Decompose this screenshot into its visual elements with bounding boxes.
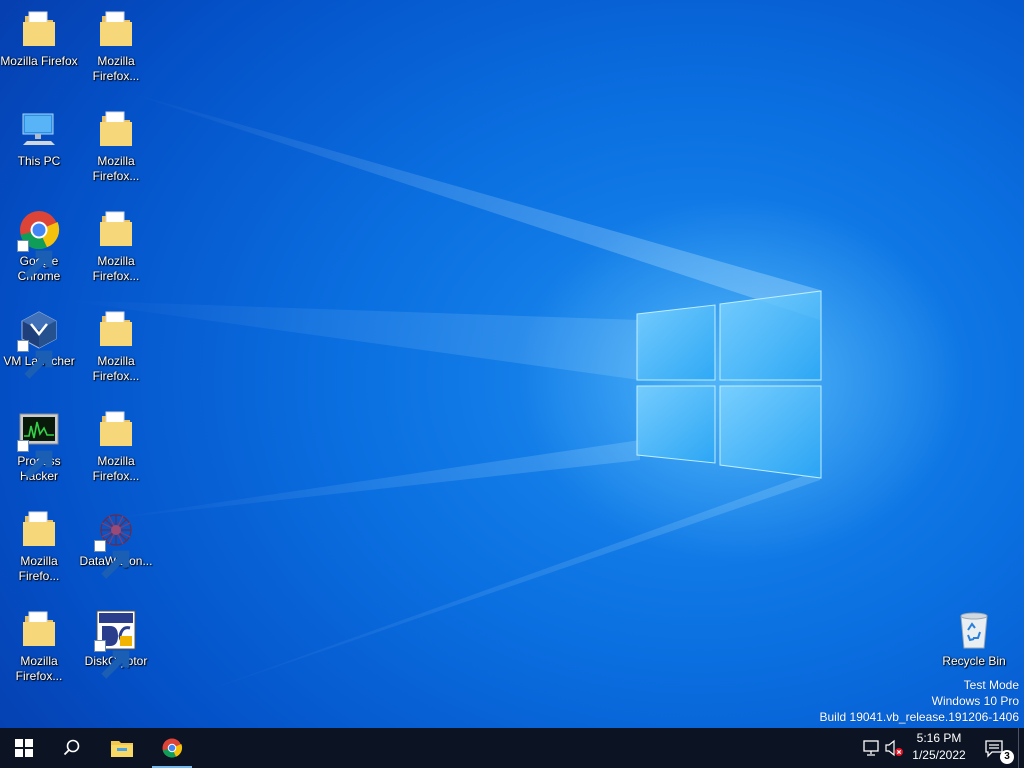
clock-date: 1/25/2022 (912, 748, 966, 762)
desktop-icon-label: Mozilla Firefox... (92, 254, 140, 283)
test-mode-watermark: Test Mode Windows 10 Pro Build 19041.vb_… (820, 677, 1020, 725)
file-explorer-icon (111, 741, 133, 757)
shortcut-arrow-icon (17, 240, 53, 279)
desktop-icon-this-pc[interactable]: This PC (0, 108, 78, 169)
search-button[interactable] (48, 728, 96, 768)
desktop-icon-diskcryptor[interactable]: DiskCryptor (77, 608, 155, 679)
desktop-icon-label: Mozilla Firefox... (92, 54, 140, 83)
desktop-icon-google-chrome[interactable]: Google Chrome (0, 208, 78, 284)
chrome-icon (17, 208, 61, 279)
shortcut-arrow-icon (17, 440, 53, 479)
start-button[interactable] (0, 728, 48, 768)
folder-icon (94, 208, 138, 252)
folder-icon (17, 8, 61, 52)
diskcryptor-icon (94, 608, 138, 679)
desktop-icon-label: Mozilla Firefox... (15, 654, 63, 683)
desktop-icon-mozilla-firefox-folder[interactable]: Mozilla Firefo... (0, 508, 78, 584)
folder-icon (94, 308, 138, 352)
network-tray-button[interactable] (862, 738, 882, 758)
watermark-edition: Windows 10 Pro (931, 694, 1019, 708)
shortcut-arrow-icon (94, 640, 130, 679)
desktop-icon-label: Recycle Bin (942, 654, 1006, 668)
folder-icon (17, 608, 61, 652)
taskbar: 5:16 PM 1/25/2022 3 (0, 728, 1024, 768)
desktop-icon-mozilla-firefox-folder[interactable]: Mozilla Firefox... (77, 108, 155, 184)
computer-icon (17, 108, 61, 152)
recycle-bin-icon (952, 608, 996, 652)
search-icon (63, 739, 80, 756)
desktop-icon-mozilla-firefox-folder[interactable]: Mozilla Firefox... (77, 8, 155, 84)
folder-icon (17, 508, 61, 552)
shortcut-arrow-icon (94, 540, 130, 579)
desktop-icon-label: Mozilla Firefox... (92, 154, 140, 183)
desktop[interactable]: Mozilla Firefox This PC Google Chrome VM… (0, 0, 1024, 728)
windows-logo-icon (15, 739, 33, 757)
show-desktop-button[interactable] (1018, 728, 1024, 768)
chrome-taskbar-button[interactable] (148, 728, 196, 768)
watermark-build: Build 19041.vb_release.191206-1406 (819, 710, 1020, 724)
folder-icon (94, 108, 138, 152)
desktop-icon-process-hacker[interactable]: Process Hacker (0, 408, 78, 484)
desktop-icon-mozilla-firefox-folder[interactable]: Mozilla Firefox... (77, 208, 155, 284)
desktop-icon-label: This PC (17, 154, 61, 168)
folder-icon (94, 8, 138, 52)
chrome-icon (162, 738, 183, 758)
desktop-icon-mozilla-firefox-folder[interactable]: Mozilla Firefox... (0, 608, 78, 684)
desktop-icon-label: Mozilla Firefo... (18, 554, 60, 583)
process-monitor-icon (17, 408, 61, 479)
watermark-test-mode: Test Mode (963, 678, 1019, 692)
virtualbox-icon (17, 308, 61, 379)
desktop-icon-recycle-bin[interactable]: Recycle Bin (935, 608, 1013, 669)
desktop-icon-mozilla-firefox-folder[interactable]: Mozilla Firefox... (77, 308, 155, 384)
desktop-icon-vm-launcher[interactable]: VM Launcher (0, 308, 78, 379)
desktop-icon-label: Mozilla Firefox... (92, 454, 140, 483)
datawagon-icon (94, 508, 138, 579)
desktop-icon-mozilla-firefox-folder[interactable]: Mozilla Firefox (0, 8, 78, 69)
clock-time: 5:16 PM (916, 731, 962, 745)
desktop-icon-label: Mozilla Firefox... (92, 354, 140, 383)
desktop-icon-datawagon[interactable]: DataWagon... (77, 508, 155, 579)
network-icon (863, 740, 879, 756)
folder-icon (94, 408, 138, 452)
shortcut-arrow-icon (17, 340, 53, 379)
clock-button[interactable]: 5:16 PM 1/25/2022 (900, 730, 978, 766)
file-explorer-button[interactable] (98, 728, 146, 768)
desktop-icon-mozilla-firefox-folder[interactable]: Mozilla Firefox... (77, 408, 155, 484)
notification-count-badge: 3 (1000, 750, 1014, 764)
desktop-icon-label: Mozilla Firefox (0, 54, 78, 68)
action-center-button[interactable]: 3 (970, 728, 1018, 768)
